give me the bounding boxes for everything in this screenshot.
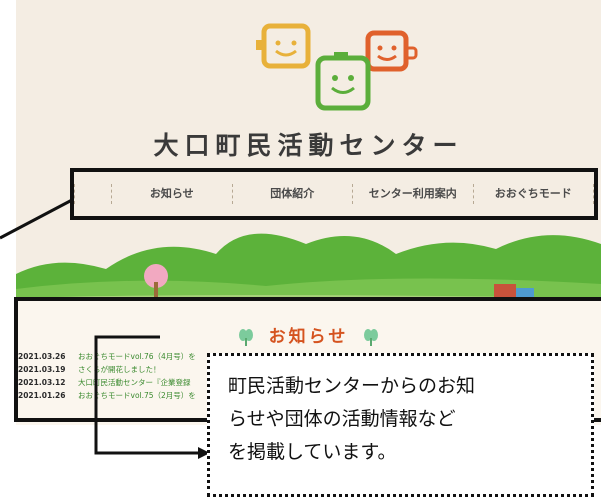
nav-item-news[interactable]: お知らせ — [111, 184, 232, 204]
nav-item-groups[interactable]: 団体紹介 — [231, 184, 353, 204]
nav-item-oguchi-mode[interactable]: おおぐちモード — [472, 184, 594, 204]
site-logo[interactable] — [256, 18, 426, 118]
site-title: 大口町民活動センター — [153, 131, 464, 160]
global-nav: お知らせ 団体紹介 センター利用案内 おおぐちモード — [70, 168, 598, 220]
hills-illustration — [16, 233, 601, 304]
callout-text-line: を掲載しています。 — [228, 441, 397, 463]
nav-item-center-guide[interactable]: センター利用案内 — [352, 184, 473, 204]
nav-spacer — [74, 184, 111, 204]
callout-text-line: らせや団体の活動情報など — [228, 408, 456, 430]
annotation-callout: 町民活動センターからのお知 らせや団体の活動情報など を掲載しています。 — [207, 353, 594, 497]
callout-text-line: 町民活動センターからのお知 — [228, 375, 476, 397]
